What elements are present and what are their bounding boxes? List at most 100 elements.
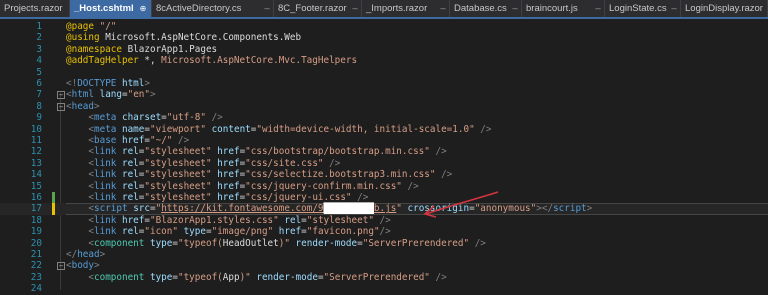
code-line[interactable]: 21 </head> <box>0 249 768 260</box>
tab-8cactivedirectory-cs[interactable]: 8cActiveDirectory.cs – <box>152 0 274 17</box>
code-line[interactable]: 1 @page "/" <box>0 21 768 32</box>
separator-icon: – <box>440 3 446 14</box>
code-line[interactable]: 9 <meta charset="utf-8" /> <box>0 112 768 123</box>
code-line[interactable]: 8 − <head> <box>0 101 768 112</box>
code-line[interactable]: 2 @using Microsoft.AspNetCore.Components.… <box>0 32 768 43</box>
code-editor[interactable]: 1 @page "/" 2 @using Microsoft.AspNetCore.C… <box>0 19 768 294</box>
tab-projects-razor[interactable]: Projects.razor <box>0 0 70 17</box>
code-text: <link rel="stylesheet" href="css/site.cs… <box>66 158 340 169</box>
code-token: /> <box>401 180 419 192</box>
code-text: <body> <box>66 260 100 271</box>
code-token: href <box>116 135 145 146</box>
line-number: 13 <box>30 157 42 169</box>
code-token: rel <box>116 180 139 192</box>
code-line[interactable]: 6 <!DOCTYPE html> <box>0 78 768 89</box>
code-line[interactable]: 23 <component type="typeof(App)" render-… <box>0 272 768 283</box>
code-line[interactable]: 10 <meta name="viewport" content="width=… <box>0 124 768 135</box>
code-token: /> <box>435 169 453 181</box>
line-number: 16 <box>30 192 42 203</box>
code-text: <html lang="en"> <box>66 89 156 100</box>
code-token: html <box>71 89 94 101</box>
tab-8c-footer-razor[interactable]: 8C_Footer.razor – <box>274 0 362 17</box>
tab-loginstate-cs[interactable]: LoginState.cs – <box>605 0 681 17</box>
code-token: href <box>211 146 240 158</box>
code-token: "width=device-width, initial-scale=1.0" <box>256 123 475 135</box>
tab-label: Projects.razor <box>4 3 63 14</box>
code-token: "BlazorApp1.styles.css" <box>150 214 279 226</box>
code-line[interactable]: 22 − <body> <box>0 260 768 271</box>
line-number: 7 <box>36 89 42 101</box>
code-token: href <box>211 169 240 181</box>
code-token: HeadOutlet <box>222 237 279 249</box>
code-text: @page "/" <box>66 21 116 32</box>
code-token: /> <box>323 157 341 169</box>
code-token: <! <box>66 78 78 89</box>
code-text: <component type="typeof(App)" render-mod… <box>66 272 446 283</box>
line-number: 19 <box>30 226 42 238</box>
code-line[interactable]: 16 <link rel="stylesheet" href="css/jque… <box>0 192 768 204</box>
code-text: <head> <box>66 101 100 112</box>
code-token: > <box>99 249 106 260</box>
tab-imports-razor[interactable]: _Imports.razor – <box>362 0 450 17</box>
code-line[interactable]: 3 @namespace BlazorApp1.Pages <box>0 44 768 55</box>
separator-icon: – <box>595 3 601 14</box>
code-token: href <box>211 180 240 192</box>
code-token: @addTagHelper <box>66 55 139 67</box>
collapse-icon[interactable]: − <box>57 262 65 271</box>
code-line[interactable]: 11 <base href="~/" /> <box>0 135 768 146</box>
line-number: 6 <box>36 78 42 89</box>
line-number: 3 <box>36 43 42 55</box>
pin-icon[interactable]: ⊕ <box>140 4 147 13</box>
code-line[interactable]: 4 @addTagHelper *, Microsoft.AspNetCore.M… <box>0 55 768 66</box>
code-token: > <box>94 260 100 272</box>
code-line[interactable]: 7 − <html lang="en"> <box>0 89 768 100</box>
collapse-icon[interactable]: − <box>57 102 65 111</box>
line-number: 9 <box>36 112 42 124</box>
collapse-icon[interactable]: − <box>57 91 65 100</box>
code-line[interactable]: 24 <box>0 283 768 294</box>
code-token: "utf-8" <box>166 112 206 124</box>
code-token: render-mode <box>289 237 358 249</box>
code-text: <!DOCTYPE html> <box>66 78 150 89</box>
code-token: link <box>94 192 117 203</box>
code-token: "css/bootstrap/bootstrap.min.css" <box>245 146 430 158</box>
code-line[interactable]: 14 <link rel="stylesheet" href="css/sele… <box>0 169 768 180</box>
code-line[interactable]: 17 <script src="https://kit.fontawesome.… <box>0 203 768 216</box>
code-line[interactable]: 12 <link rel="stylesheet" href="css/boot… <box>0 146 768 157</box>
tab-label: 8C_Footer.razor <box>278 3 347 14</box>
code-line[interactable]: 20 <component type="typeof(HeadOutlet)" … <box>0 238 768 249</box>
code-token: charset <box>116 112 162 124</box>
line-number: 4 <box>36 55 42 67</box>
code-token: head <box>71 100 94 112</box>
code-token: rel <box>116 192 139 203</box>
saved-change-marker <box>52 192 55 204</box>
code-line[interactable]: 19 <link rel="icon" type="image/png" hre… <box>0 226 768 237</box>
code-token: rel <box>278 214 302 226</box>
code-text: @addTagHelper *, Microsoft.AspNetCore.Mv… <box>66 55 357 66</box>
code-text: <base href="~/" /> <box>66 135 189 146</box>
tab-label: LoginDisplay.razor <box>685 3 763 14</box>
code-token: rel <box>116 226 139 238</box>
code-line[interactable]: 5 <box>0 67 768 78</box>
code-token: > <box>144 78 150 89</box>
code-line[interactable]: 18 <link href="BlazorApp1.styles.css" re… <box>0 215 768 226</box>
tab-database-cs[interactable]: Database.cs – <box>450 0 522 17</box>
code-token: "stylesheet" <box>144 169 212 181</box>
tab-label: _Host.cshtml <box>74 3 134 14</box>
red-arrow-annotation <box>423 191 499 218</box>
tab-logindisplay-razor[interactable]: LoginDisplay.razor <box>681 0 768 17</box>
code-text: <link rel="stylesheet" href="css/jquery-… <box>66 192 368 203</box>
line-number: 14 <box>30 169 42 181</box>
code-line[interactable]: 13 <link rel="stylesheet" href="css/site… <box>0 158 768 169</box>
code-token: "~/" <box>150 135 173 146</box>
tab-braincourt-js[interactable]: braincourt.js – <box>522 0 605 17</box>
tab-host-cshtml[interactable]: _Host.cshtml⊕✕ <box>70 0 152 17</box>
separator-icon: – <box>512 3 518 14</box>
code-token: Microsoft.AspNetCore.Components.Web <box>99 32 302 44</box>
code-line[interactable]: 15 <link rel="stylesheet" href="css/jque… <box>0 181 768 192</box>
